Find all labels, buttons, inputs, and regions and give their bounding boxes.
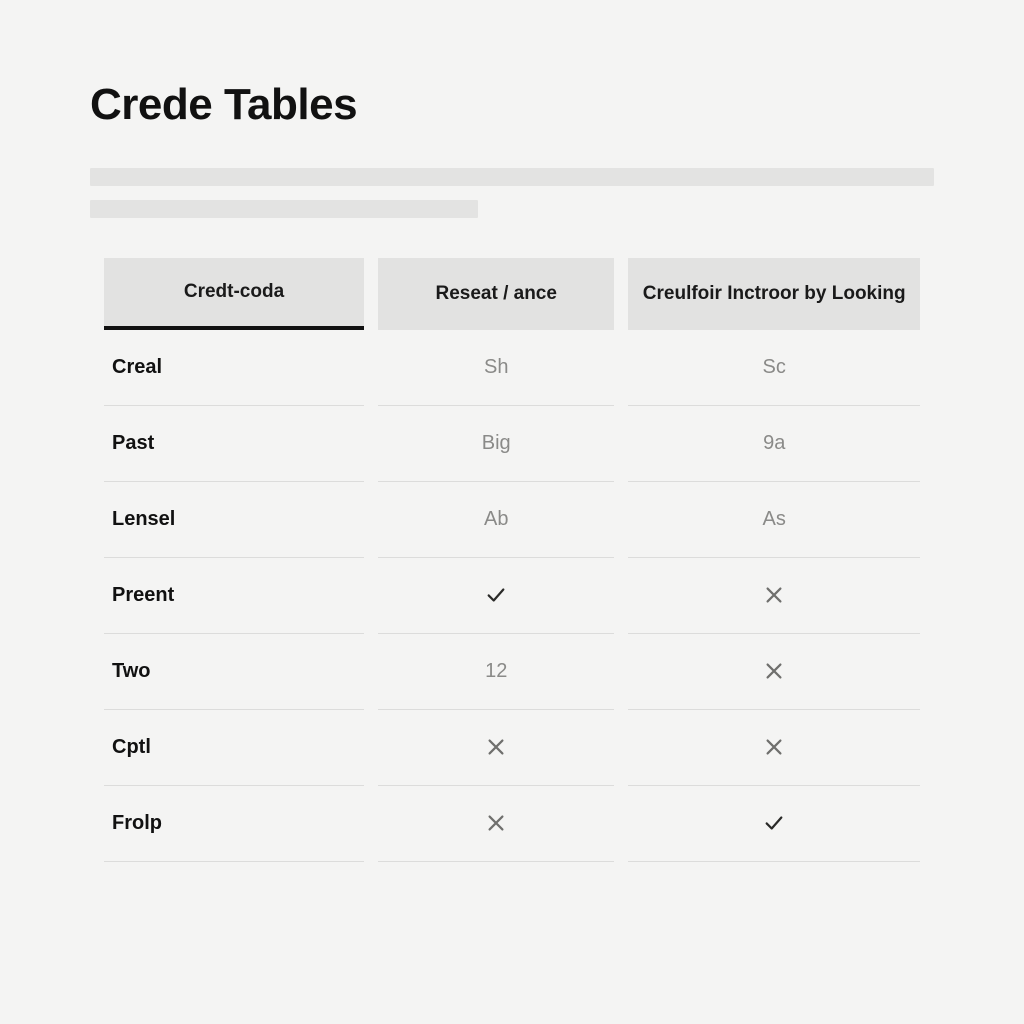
cell-value: Ab bbox=[378, 482, 614, 558]
cross-icon bbox=[378, 710, 614, 786]
placeholder-line bbox=[90, 168, 934, 186]
row-label: Lensel bbox=[104, 482, 364, 558]
cell-value: Big bbox=[378, 406, 614, 482]
cell-value: Sh bbox=[378, 330, 614, 406]
table-row: Two12 bbox=[104, 634, 920, 710]
check-icon bbox=[628, 786, 920, 862]
row-label: Past bbox=[104, 406, 364, 482]
table-row: PastBig9a bbox=[104, 406, 920, 482]
placeholder-line bbox=[90, 200, 478, 218]
row-label: Creal bbox=[104, 330, 364, 406]
table-row: Preent bbox=[104, 558, 920, 634]
column-header[interactable]: Creulfoir Inctroor by Looking bbox=[628, 258, 920, 330]
row-label: Two bbox=[104, 634, 364, 710]
check-icon bbox=[378, 558, 614, 634]
table-row: CrealShSc bbox=[104, 330, 920, 406]
comparison-table: Credt-coda Reseat / ance Creulfoir Inctr… bbox=[90, 258, 934, 862]
column-header[interactable]: Reseat / ance bbox=[378, 258, 614, 330]
page-title: Crede Tables bbox=[90, 80, 934, 130]
subtitle-placeholder bbox=[90, 168, 934, 218]
table-row: LenselAbAs bbox=[104, 482, 920, 558]
table-header-row: Credt-coda Reseat / ance Creulfoir Inctr… bbox=[104, 258, 920, 330]
cross-icon bbox=[628, 634, 920, 710]
cell-value: 9a bbox=[628, 406, 920, 482]
row-label: Preent bbox=[104, 558, 364, 634]
cross-icon bbox=[628, 710, 920, 786]
table-row: Cptl bbox=[104, 710, 920, 786]
table-row: Frolp bbox=[104, 786, 920, 862]
row-label: Frolp bbox=[104, 786, 364, 862]
cell-value: Sc bbox=[628, 330, 920, 406]
cross-icon bbox=[378, 786, 614, 862]
cell-value: 12 bbox=[378, 634, 614, 710]
cell-value: As bbox=[628, 482, 920, 558]
column-header[interactable]: Credt-coda bbox=[104, 258, 364, 330]
row-label: Cptl bbox=[104, 710, 364, 786]
cross-icon bbox=[628, 558, 920, 634]
